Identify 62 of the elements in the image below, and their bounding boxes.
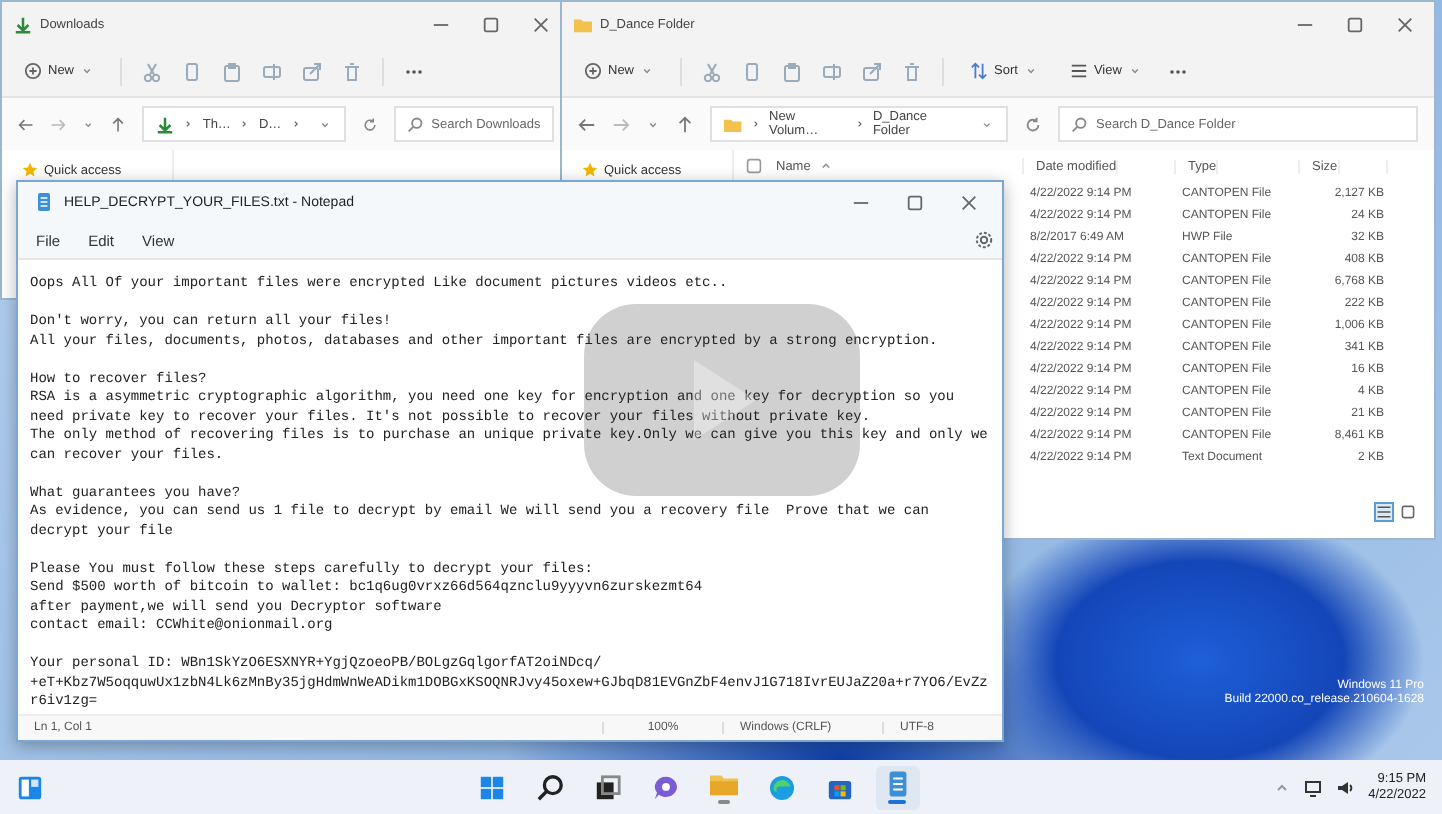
plus-circle-icon	[584, 62, 602, 80]
search-icon	[405, 115, 424, 133]
chevron-right-icon	[238, 118, 251, 130]
maximize-icon[interactable]	[482, 15, 500, 33]
caret-icon	[980, 117, 995, 131]
checkbox-icon[interactable]	[746, 158, 762, 174]
search-icon	[1070, 115, 1088, 133]
back-icon[interactable]	[18, 115, 35, 133]
paste-icon[interactable]	[782, 61, 803, 81]
browser-icon[interactable]	[767, 773, 796, 801]
chevron-right-icon	[182, 118, 195, 130]
copy-icon[interactable]	[182, 61, 203, 81]
speaker-icon[interactable]	[1336, 777, 1357, 797]
chat-bubble-icon[interactable]	[651, 773, 680, 801]
folder-icon	[574, 15, 592, 33]
caret-icon	[640, 64, 655, 78]
caret-icon[interactable]	[82, 117, 95, 131]
close-icon[interactable]	[532, 15, 550, 33]
delete-icon[interactable]	[902, 61, 923, 81]
refresh-icon[interactable]	[1024, 115, 1042, 133]
folder-icon	[724, 115, 742, 133]
sort-icon	[970, 62, 989, 80]
chevron-right-icon	[749, 118, 762, 130]
chevron-right-icon	[289, 118, 302, 130]
paste-icon[interactable]	[222, 61, 243, 81]
rename-icon[interactable]	[262, 61, 283, 81]
list-icon	[1069, 62, 1088, 80]
maximize-icon[interactable]	[1346, 15, 1364, 33]
tiles-view-icon[interactable]	[1398, 502, 1418, 522]
delete-icon[interactable]	[342, 61, 363, 81]
download-icon	[156, 115, 175, 133]
download-icon	[14, 15, 32, 33]
caret-icon	[1023, 64, 1038, 78]
close-icon[interactable]	[960, 193, 978, 211]
back-icon[interactable]	[578, 115, 596, 133]
start-icon[interactable]	[477, 773, 506, 801]
widgets-icon[interactable]	[16, 773, 44, 801]
up-icon[interactable]	[676, 115, 694, 133]
settings-icon[interactable]	[974, 230, 994, 250]
cut-icon[interactable]	[142, 61, 163, 81]
refresh-icon[interactable]	[361, 115, 378, 133]
up-icon[interactable]	[110, 115, 127, 133]
search-icon[interactable]	[535, 773, 564, 801]
maximize-icon[interactable]	[906, 193, 924, 211]
caret-icon	[1127, 64, 1142, 78]
plus-circle-icon	[24, 62, 42, 80]
rename-icon[interactable]	[822, 61, 843, 81]
copy-icon[interactable]	[742, 61, 763, 81]
share-icon[interactable]	[862, 61, 883, 81]
details-view-icon[interactable]	[1374, 502, 1394, 522]
notepad-icon	[34, 192, 54, 212]
cut-icon[interactable]	[702, 61, 723, 81]
chevron-right-icon	[853, 118, 865, 130]
caret-icon	[317, 117, 332, 131]
caret-icon[interactable]	[646, 117, 660, 131]
star-icon	[582, 162, 598, 178]
caret-icon	[80, 64, 95, 78]
sort-caret-icon	[818, 158, 835, 174]
share-icon[interactable]	[302, 61, 323, 81]
close-icon[interactable]	[1396, 15, 1414, 33]
task-view-icon[interactable]	[593, 773, 622, 801]
star-icon	[22, 162, 38, 178]
